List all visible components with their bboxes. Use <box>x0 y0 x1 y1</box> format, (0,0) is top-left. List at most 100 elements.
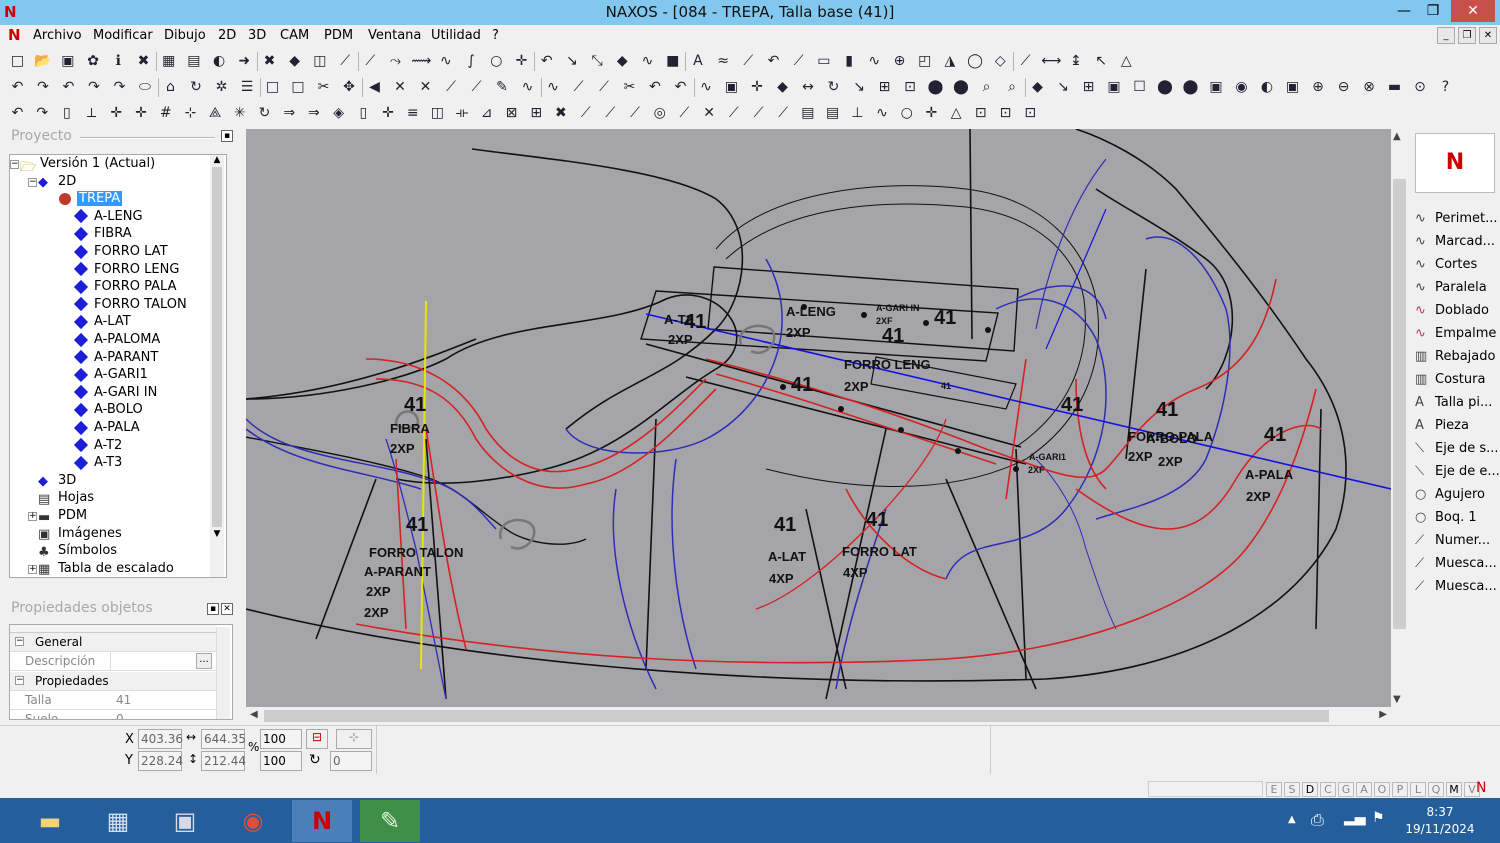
toolbar-button-icon[interactable]: ✛ <box>922 104 941 123</box>
tool-pieza[interactable]: A Pieza <box>1415 415 1469 437</box>
toolbar-button-icon[interactable]: ⟋ <box>442 78 461 97</box>
tree-item-forro-pala[interactable]: FORRO PALA <box>73 279 176 296</box>
toolbar-button-icon[interactable]: ⟂ <box>82 104 101 123</box>
y-field[interactable]: 228.24 <box>138 751 183 771</box>
toolbar-button-icon[interactable]: ▯ <box>354 104 373 123</box>
status-toggle-e[interactable]: E <box>1266 782 1282 797</box>
props-pin-button[interactable]: ▪ <box>207 603 219 615</box>
toolbar-button-icon[interactable]: □ <box>289 78 308 97</box>
toolbar-button-icon[interactable]: ⊞ <box>875 78 894 97</box>
tool-eje-de-e[interactable]: ⟍ Eje de e... <box>1415 461 1500 483</box>
toolbar-button-icon[interactable]: ▯ <box>57 104 76 123</box>
tray-up-icon[interactable]: ▲ <box>1288 814 1296 825</box>
toolbar-button-icon[interactable]: ⟋ <box>739 52 758 71</box>
toolbar-button-icon[interactable]: ⇒ <box>304 104 323 123</box>
props-scrollbar[interactable] <box>216 627 230 719</box>
chrome-icon[interactable]: ◉ <box>223 800 283 842</box>
tool-rebajado[interactable]: ▥ Rebajado <box>1415 346 1495 368</box>
tool-eje-de-s[interactable]: ⟍ Eje de s... <box>1415 438 1499 460</box>
toolbar-button-icon[interactable]: ✥ <box>340 78 359 97</box>
toolbar-button-icon[interactable]: ∿ <box>436 52 455 71</box>
tree-item-trepa[interactable]: TREPA <box>58 191 123 208</box>
toolbar-button-icon[interactable]: ⤡ <box>588 52 607 71</box>
tool-doblado[interactable]: ∿ Doblado <box>1415 300 1489 322</box>
tree-item-a-t2[interactable]: A-T2 <box>73 438 122 455</box>
toolbar-button-icon[interactable]: ⟋ <box>774 104 793 123</box>
toolbar-button-icon[interactable]: ∿ <box>865 52 884 71</box>
toolbar-button-icon[interactable]: ⇒ <box>280 104 299 123</box>
tree-item-a-pala[interactable]: A-PALA <box>73 420 140 437</box>
props-row-descripcion[interactable]: Descripción ... <box>10 652 216 671</box>
width-field[interactable]: 644.35 <box>201 729 246 749</box>
toolbar-button-icon[interactable]: ⊕ <box>890 52 909 71</box>
canvas-hscrollbar[interactable]: ◀ ▶ <box>246 707 1391 725</box>
props-row-talla[interactable]: Talla 41 <box>10 691 216 710</box>
status-toggle-s[interactable]: S <box>1284 782 1300 797</box>
status-toggle-g[interactable]: G <box>1338 782 1354 797</box>
tree-item-forro-lat[interactable]: FORRO LAT <box>73 244 168 261</box>
toolbar-button-icon[interactable]: ○ <box>897 104 916 123</box>
calculator-icon[interactable]: ▦ <box>88 800 148 842</box>
menu-cam[interactable]: CAM <box>280 28 309 43</box>
tool-talla-pi[interactable]: A Talla pi... <box>1415 392 1492 414</box>
props-section-general[interactable]: − General <box>10 633 216 652</box>
toolbar-button-icon[interactable]: ⬤ <box>952 78 971 97</box>
x-field[interactable]: 403.36 <box>138 729 183 749</box>
toolbar-button-icon[interactable]: ⟋ <box>749 104 768 123</box>
toolbar-button-icon[interactable]: ⊹ <box>181 104 200 123</box>
toolbar-button-icon[interactable]: ⊥ <box>848 104 867 123</box>
tool-muesca[interactable]: ⟋ Muesca... <box>1415 576 1497 598</box>
toolbar-button-icon[interactable]: ⊖ <box>1334 78 1353 97</box>
toolbar-button-icon[interactable]: ◆ <box>285 52 304 71</box>
tool-boq-1[interactable]: ○ Boq. 1 <box>1415 507 1477 529</box>
toolbar-button-icon[interactable]: ▤ <box>823 104 842 123</box>
toolbar-button-icon[interactable]: ▦ <box>159 52 178 71</box>
menu-ventana[interactable]: Ventana <box>368 28 421 43</box>
toolbar-button-icon[interactable]: ◈ <box>329 104 348 123</box>
toolbar-button-icon[interactable]: ☰ <box>238 78 257 97</box>
toolbar-button-icon[interactable]: ⟁ <box>206 104 225 123</box>
toolbar-button-icon[interactable]: ↶ <box>8 78 27 97</box>
toolbar-button-icon[interactable]: ✛ <box>379 104 398 123</box>
toolbar-button-icon[interactable]: ↷ <box>34 78 53 97</box>
toolbar-button-icon[interactable]: ⟋ <box>626 104 645 123</box>
status-toggle-a[interactable]: A <box>1356 782 1372 797</box>
menu-dibujo[interactable]: Dibujo <box>164 28 206 43</box>
toolbar-button-icon[interactable]: ⊞ <box>527 104 546 123</box>
scroll-up-icon[interactable]: ▲ <box>1393 131 1401 142</box>
toolbar-button-icon[interactable]: 📂 <box>33 52 52 71</box>
toolbar-button-icon[interactable]: ☐ <box>1130 78 1149 97</box>
toolbar-button-icon[interactable]: ↶ <box>8 104 27 123</box>
panel-pin-button[interactable]: ▪ <box>221 130 233 142</box>
toolbar-button-icon[interactable]: ▤ <box>798 104 817 123</box>
toolbar-button-icon[interactable]: ➜ <box>235 52 254 71</box>
toolbar-button-icon[interactable]: □ <box>263 78 282 97</box>
toolbar-button-icon[interactable]: ◉ <box>1232 78 1251 97</box>
collapse-icon[interactable]: − <box>28 177 37 187</box>
props-section-propiedades[interactable]: − Propiedades <box>10 672 216 691</box>
file-explorer-icon[interactable]: ▬ <box>20 800 80 842</box>
toolbar-button-icon[interactable]: ✛ <box>132 104 151 123</box>
tool-agujero[interactable]: ○ Agujero <box>1415 484 1485 506</box>
toolbar-button-icon[interactable]: ∿ <box>518 78 537 97</box>
clock[interactable]: 8:37 19/11/2024 <box>1400 804 1480 838</box>
tree-item-versi-n-1-actual-[interactable]: − 🗁 Versión 1 (Actual) <box>10 156 155 175</box>
collapse-icon[interactable]: − <box>15 676 24 685</box>
toolbar-button-icon[interactable]: ▬ <box>1385 78 1404 97</box>
toolbar-button-icon[interactable]: ⊕ <box>1309 78 1328 97</box>
expand-icon[interactable]: + <box>28 512 37 521</box>
toolbar-button-icon[interactable]: ⬤ <box>926 78 945 97</box>
app-icon[interactable]: ▣ <box>155 800 215 842</box>
printer-icon[interactable]: ⎙ <box>1311 810 1324 830</box>
tree-scrollbar[interactable]: ▲ ▼ <box>210 155 224 577</box>
menu-archivo[interactable]: Archivo <box>33 28 82 43</box>
menu-2d[interactable]: 2D <box>218 28 236 43</box>
toolbar-button-icon[interactable]: ◐ <box>1258 78 1277 97</box>
status-toggle-q[interactable]: Q <box>1428 782 1444 797</box>
toolbar-button-icon[interactable]: ⬤ <box>1156 78 1175 97</box>
toolbar-button-icon[interactable]: ⟋ <box>601 104 620 123</box>
status-toggle-d[interactable]: D <box>1302 782 1318 797</box>
toolbar-button-icon[interactable]: ◮ <box>940 52 959 71</box>
maximize-button[interactable]: ❐ <box>1418 0 1448 22</box>
toolbar-button-icon[interactable]: ⬤ <box>1181 78 1200 97</box>
